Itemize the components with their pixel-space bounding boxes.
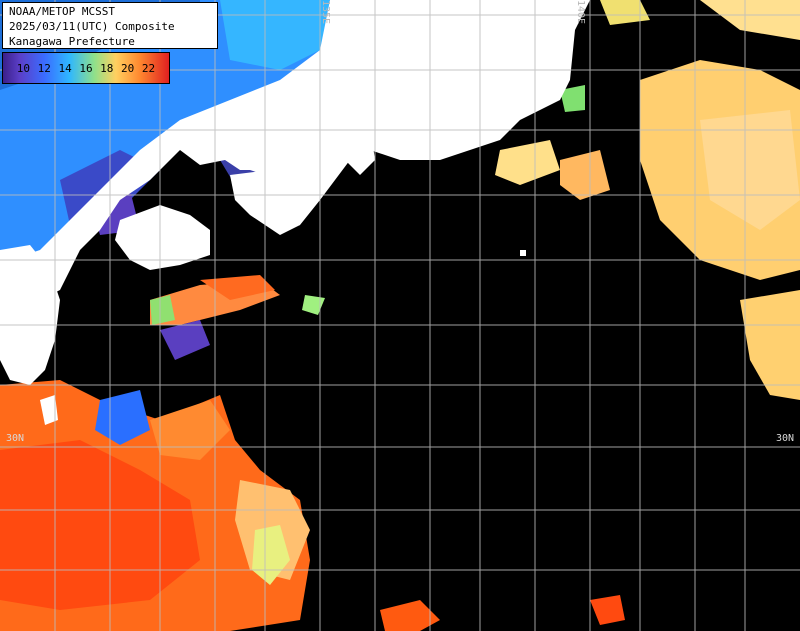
legend-label-16: 16 — [79, 61, 93, 75]
composite-date: 2025/03/11(UTC) Composite — [9, 20, 175, 33]
legend-label-18: 18 — [100, 61, 114, 75]
legend-label-10: 10 — [16, 61, 31, 75]
legend-label-12: 12 — [37, 61, 51, 75]
lon-label-140e: 140E — [575, 0, 586, 25]
product-title: NOAA/METOP MCSST — [9, 5, 115, 18]
legend-label-20: 20 — [121, 61, 135, 75]
issuer-name: Kanagawa Prefecture — [9, 35, 135, 48]
map-info-box: NOAA/METOP MCSST 2025/03/11(UTC) Composi… — [2, 2, 218, 49]
lon-label-135e: 135E — [320, 0, 331, 25]
sst-map — [0, 0, 800, 631]
legend-label-14: 14 — [58, 61, 72, 75]
temperature-color-legend: 10 12 14 16 18 20 22 — [2, 52, 170, 84]
lat-label-30n-left: 30N — [6, 433, 25, 444]
legend-label-22: 22 — [141, 61, 156, 75]
lat-label-30n-right: 30N — [776, 433, 795, 444]
